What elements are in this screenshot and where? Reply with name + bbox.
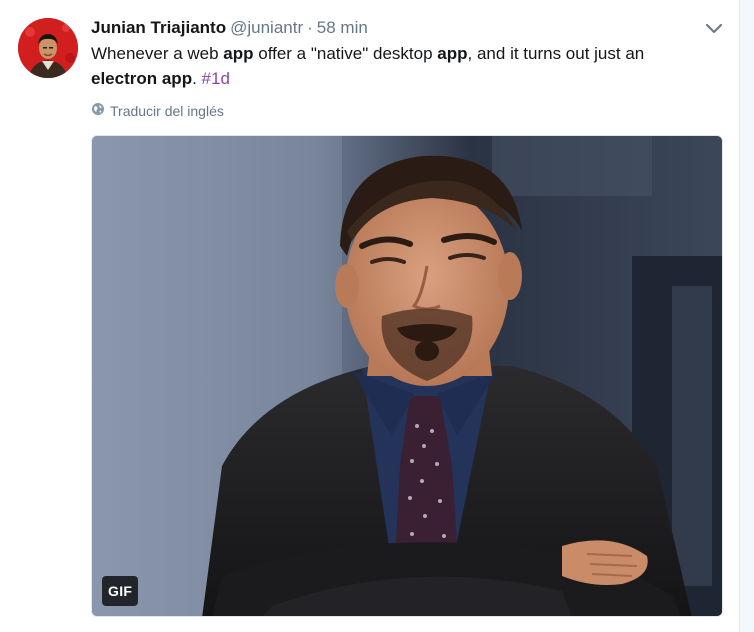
author-handle[interactable]: @juniantr bbox=[230, 18, 303, 37]
tweet-text-keyword: electron app bbox=[91, 69, 193, 88]
separator-dot: · bbox=[307, 18, 313, 37]
chevron-down-icon[interactable] bbox=[703, 20, 725, 38]
tweet-text-keyword: app bbox=[437, 44, 468, 63]
tweet-text-segment: , and it turns out just an bbox=[467, 44, 645, 63]
tweet-card[interactable]: Junian Triajianto @juniantr · 58 min Whenev… bbox=[0, 0, 740, 632]
gif-media[interactable]: GIF bbox=[91, 135, 723, 617]
tweet-text-segment: offer a "native" desktop bbox=[253, 44, 438, 63]
tweet-text-segment: Whenever a web bbox=[91, 44, 224, 63]
gif-badge: GIF bbox=[102, 576, 139, 606]
gif-frame bbox=[92, 136, 722, 616]
translate-label: Traducir del inglés bbox=[110, 103, 224, 119]
tweet-text-keyword: app bbox=[223, 44, 254, 63]
translate-link[interactable]: Traducir del inglés bbox=[91, 102, 224, 120]
tweet-header: Junian Triajianto @juniantr · 58 min bbox=[91, 17, 368, 39]
globe-icon bbox=[91, 102, 105, 120]
hashtag-link[interactable]: #1d bbox=[202, 69, 230, 88]
tweet-timestamp[interactable]: 58 min bbox=[317, 18, 368, 37]
tweet-text: Whenever a web app offer a "native" desk… bbox=[91, 41, 691, 91]
avatar[interactable] bbox=[18, 18, 78, 78]
tweet-text-segment: . bbox=[192, 69, 202, 88]
author-fullname[interactable]: Junian Triajianto bbox=[91, 18, 226, 37]
